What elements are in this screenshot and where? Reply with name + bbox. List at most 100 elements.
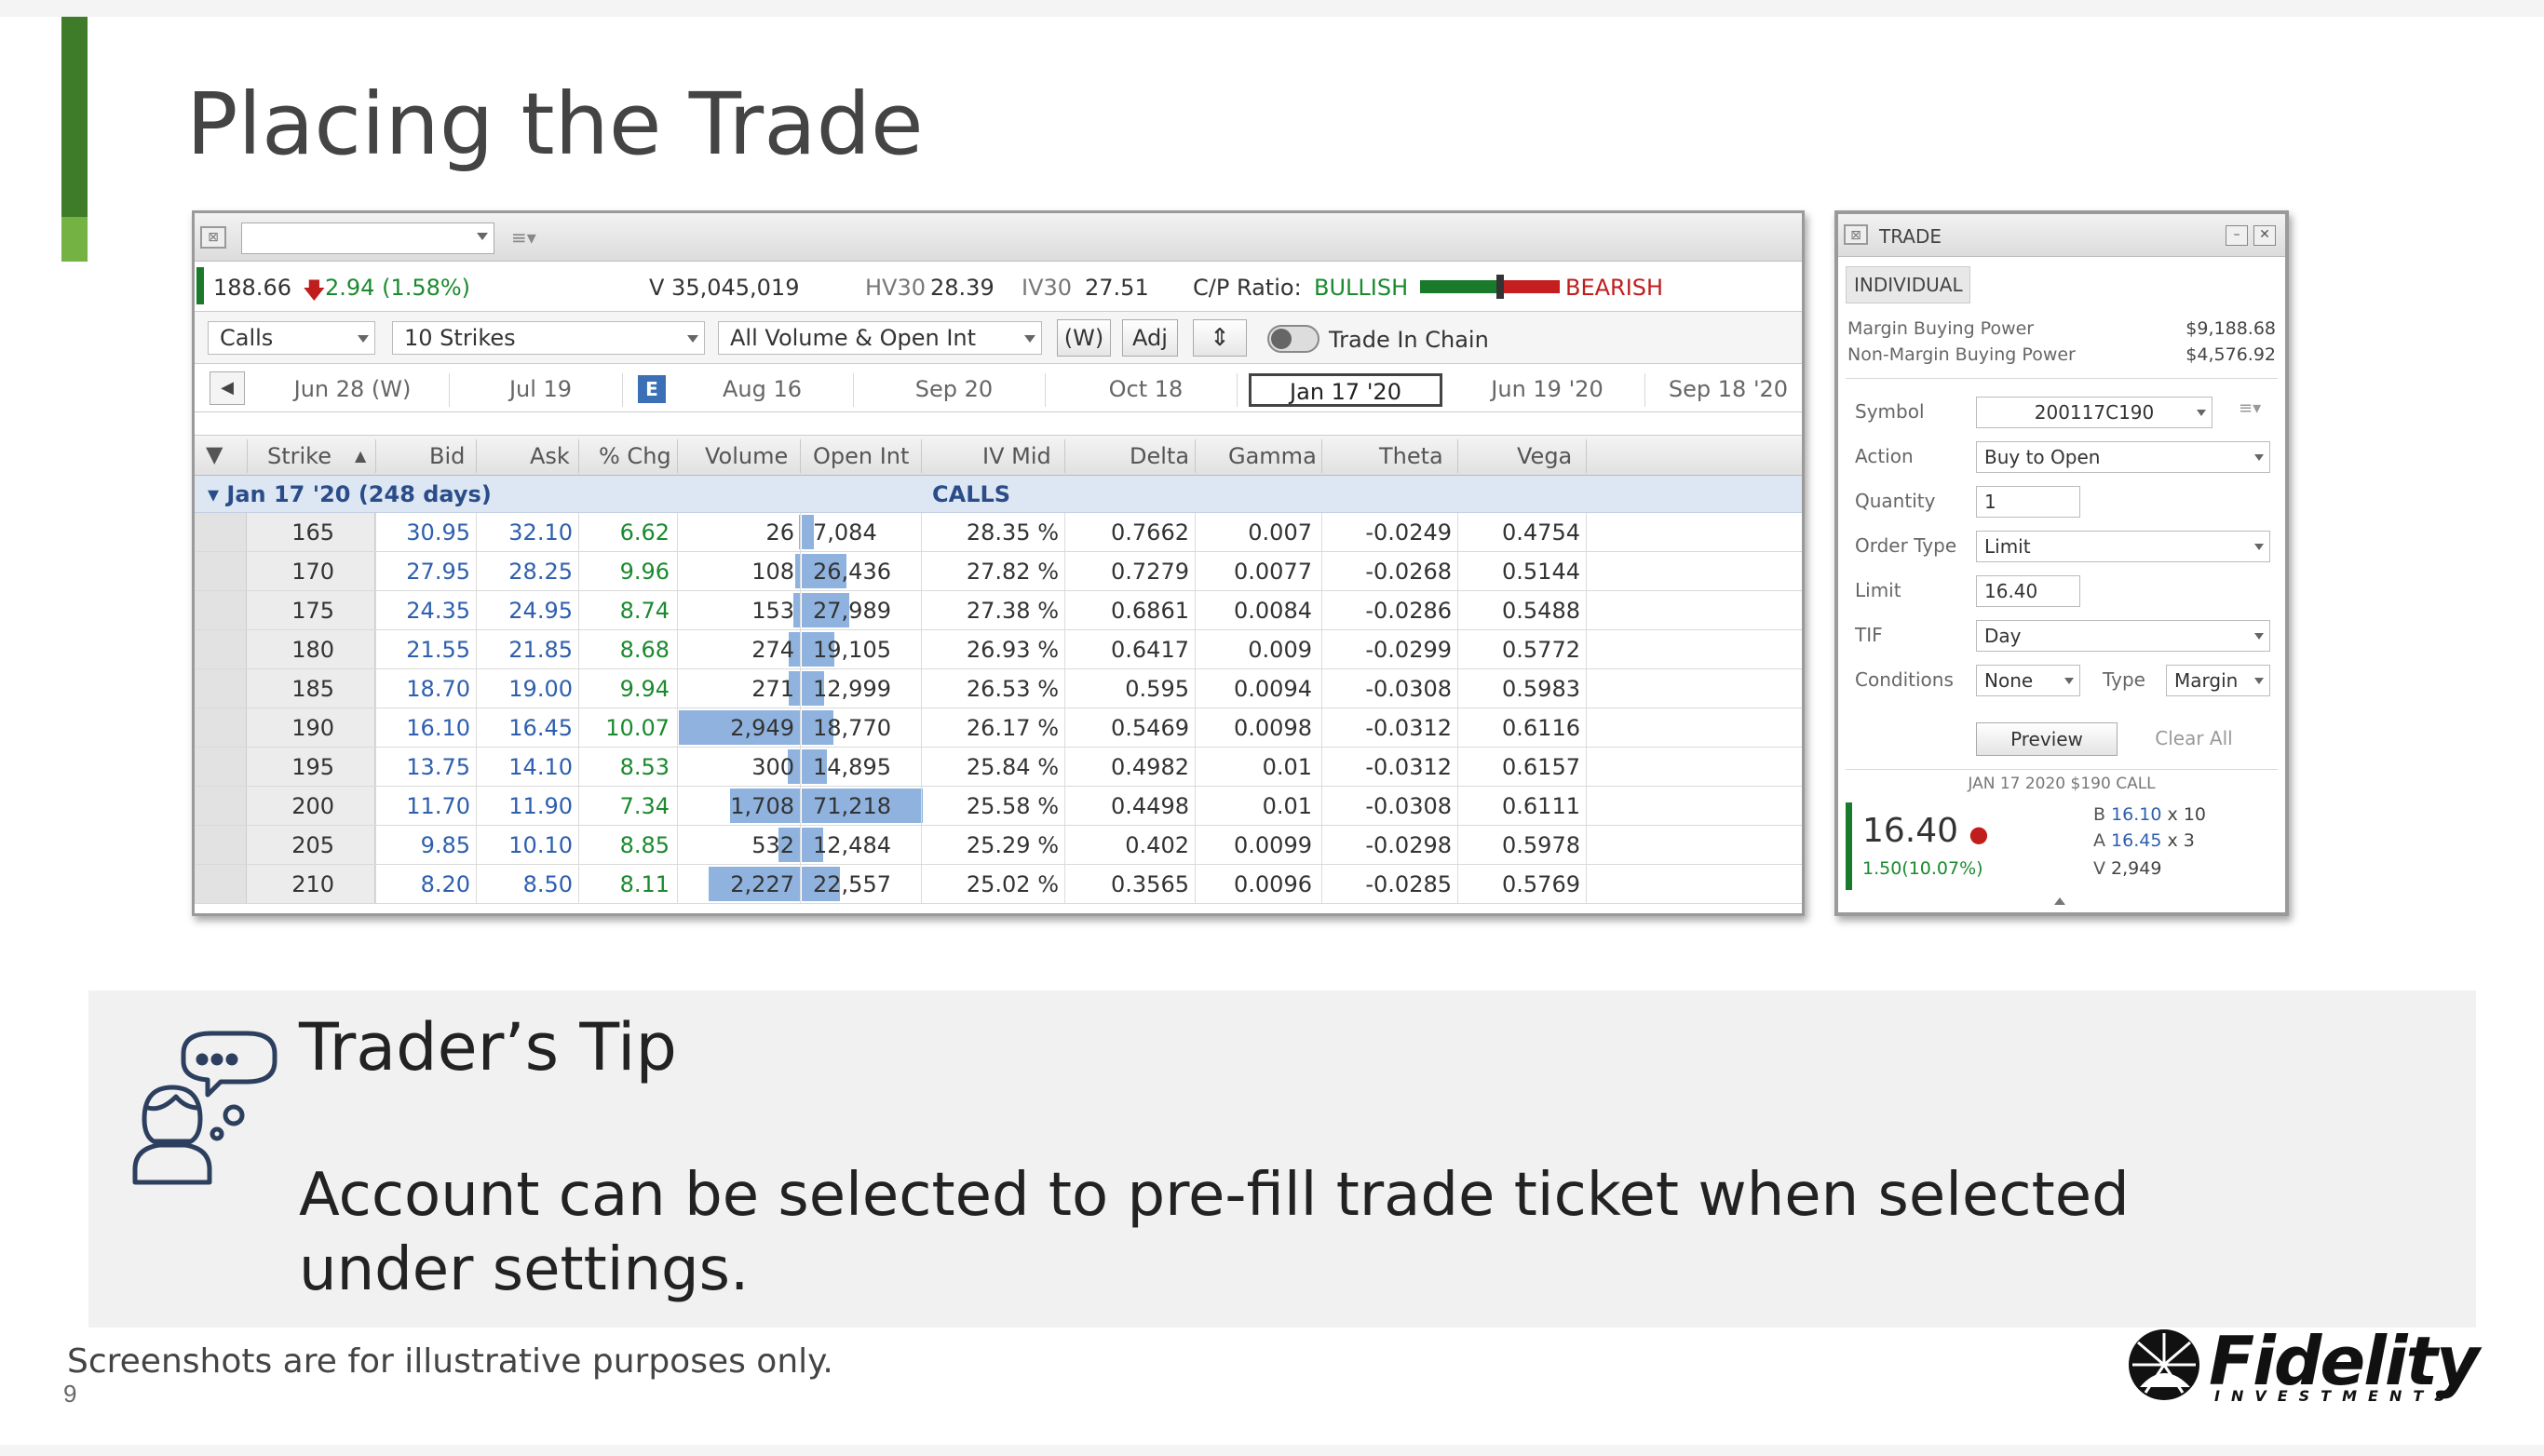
column-separator (800, 439, 801, 473)
quantity-input[interactable]: 1 (1976, 486, 2080, 518)
menu-icon[interactable]: ≡▾ (2239, 398, 2261, 418)
tif-select[interactable]: Day (1976, 620, 2270, 652)
pct-chg-cell: 8.11 (619, 871, 670, 897)
table-row[interactable]: 195 13.75 14.10 8.53 300 14,895 25.84 % 0.4982 0… (195, 748, 1802, 787)
ask-cell[interactable]: 11.90 (508, 793, 573, 819)
last-price: 188.66 (213, 275, 291, 301)
expiration-tab[interactable]: Oct 18 (1055, 373, 1238, 407)
clear-all-button[interactable]: Clear All (2138, 722, 2250, 756)
expiration-tab[interactable]: Sep 18 '20 (1649, 373, 1802, 407)
menu-icon[interactable]: ≡▾ (511, 226, 536, 249)
vega-cell: 0.5488 (1502, 598, 1580, 624)
column-separator (1457, 439, 1458, 473)
col-delta[interactable]: Delta (1130, 443, 1189, 469)
table-row[interactable]: 210 8.20 8.50 8.11 2,227 22,557 25.02 % 0.3565 0… (195, 865, 1802, 904)
table-row[interactable]: 165 30.95 32.10 6.62 26 7,084 28.35 % 0.7662 0.0… (195, 513, 1802, 552)
action-select[interactable]: Buy to Open (1976, 441, 2270, 473)
expiration-tab[interactable]: Jun 19 '20 (1450, 373, 1645, 407)
symbol-field[interactable]: 200117C190 (1976, 397, 2212, 428)
col-gamma[interactable]: Gamma (1228, 443, 1317, 469)
limit-price-input[interactable]: 16.40 (1976, 575, 2080, 607)
conditions-select[interactable]: None (1976, 665, 2080, 696)
ask-cell[interactable]: 10.10 (508, 832, 573, 858)
ask-cell[interactable]: 32.10 (508, 519, 573, 546)
bid-label: B (2093, 804, 2106, 825)
minimize-icon[interactable]: – (2226, 225, 2248, 246)
col-ask[interactable]: Ask (530, 443, 570, 469)
col-iv-mid[interactable]: IV Mid (982, 443, 1051, 469)
column-separator (800, 669, 801, 708)
bid-cell[interactable]: 21.55 (406, 637, 470, 663)
col-vega[interactable]: Vega (1517, 443, 1572, 469)
margin-bp-value: $9,188.68 (2185, 318, 2276, 339)
ask-cell[interactable]: 16.45 (508, 715, 573, 741)
delta-cell: 0.5469 (1111, 715, 1189, 741)
bid-value[interactable]: 16.10 (2111, 804, 2161, 825)
col-strike[interactable]: Strike (267, 443, 332, 469)
account-tab[interactable]: INDIVIDUAL (1846, 266, 1970, 303)
table-row[interactable]: 175 24.35 24.95 8.74 153 27,989 27.38 % 0.6861 0… (195, 591, 1802, 630)
weekly-button[interactable]: (W) (1057, 319, 1111, 357)
preview-button[interactable]: Preview (1976, 722, 2118, 756)
collapse-all-icon[interactable]: ▼ (206, 441, 223, 467)
bid-cell[interactable]: 13.75 (406, 754, 470, 780)
table-row[interactable]: 185 18.70 19.00 9.94 271 12,999 26.53 % 0.595 0.… (195, 669, 1802, 708)
margin-buying-power-row: Margin Buying Power $9,188.68 (1847, 318, 2276, 339)
gamma-cell: 0.01 (1262, 793, 1312, 819)
conditions-label: Conditions (1855, 668, 1954, 691)
ask-cell[interactable]: 21.85 (508, 637, 573, 663)
fidelity-logo: Fidelity INVESTMENTS (2125, 1322, 2488, 1406)
ask-cell[interactable]: 24.95 (508, 598, 573, 624)
table-row[interactable]: 190 16.10 16.45 10.07 2,949 18,770 26.17 % 0.54… (195, 708, 1802, 748)
lock-columns-icon[interactable]: ⇕ (1193, 319, 1247, 357)
delta-cell: 0.4498 (1111, 793, 1189, 819)
ask-value[interactable]: 16.45 (2111, 830, 2161, 851)
expiration-tab[interactable]: Jul 19 (459, 373, 623, 407)
expiration-tab[interactable]: Aug 16 (671, 373, 854, 407)
type-select[interactable]: Margin (2166, 665, 2270, 696)
col-open-int[interactable]: Open Int (813, 443, 909, 469)
close-icon[interactable]: ✕ (2253, 225, 2276, 246)
scroll-left-icon[interactable]: ◀ (210, 371, 245, 405)
bid-cell[interactable]: 18.70 (406, 676, 470, 702)
expiration-tab[interactable]: Sep 20 (863, 373, 1046, 407)
column-separator (677, 708, 678, 747)
row-gutter (195, 826, 247, 864)
gamma-cell: 0.0096 (1234, 871, 1312, 897)
bid-cell[interactable]: 11.70 (406, 793, 470, 819)
symbol-input[interactable] (241, 222, 494, 254)
volume-filter-select[interactable]: All Volume & Open Int (718, 321, 1042, 355)
order-type-select[interactable]: Limit (1976, 531, 2270, 562)
table-row[interactable]: 200 11.70 11.90 7.34 1,708 71,218 25.58 % 0.449… (195, 787, 1802, 826)
bid-cell[interactable]: 30.95 (406, 519, 470, 546)
column-separator (1195, 748, 1196, 786)
bid-cell[interactable]: 24.35 (406, 598, 470, 624)
bid-cell[interactable]: 8.20 (421, 871, 470, 897)
price-change: 2.94 (1.58%) (325, 275, 471, 301)
trade-in-chain-toggle[interactable] (1267, 325, 1319, 353)
expand-caret-icon[interactable] (2054, 897, 2065, 905)
col-volume[interactable]: Volume (705, 443, 788, 469)
table-row[interactable]: 170 27.95 28.25 9.96 108 26,436 27.82 % 0.7279 0… (195, 552, 1802, 591)
pct-chg-cell: 6.62 (619, 519, 670, 546)
ask-cell[interactable]: 8.50 (523, 871, 573, 897)
ask-cell[interactable]: 19.00 (508, 676, 573, 702)
table-row[interactable]: 180 21.55 21.85 8.68 274 19,105 26.93 % 0.6417 0… (195, 630, 1802, 669)
adj-button[interactable]: Adj (1122, 319, 1178, 357)
strikes-select[interactable]: 10 Strikes (392, 321, 705, 355)
ask-cell[interactable]: 28.25 (508, 559, 573, 585)
bid-cell[interactable]: 27.95 (406, 559, 470, 585)
table-row[interactable]: 205 9.85 10.10 8.85 532 12,484 25.29 % 0.402 0.0… (195, 826, 1802, 865)
expiration-group-row[interactable]: ▾ Jan 17 '20 (248 days) CALLS (195, 476, 1802, 513)
col-pct-chg[interactable]: % Chg (599, 443, 671, 469)
col-theta[interactable]: Theta (1379, 443, 1443, 469)
col-bid[interactable]: Bid (429, 443, 465, 469)
expiration-tab-selected[interactable]: Jan 17 '20 (1249, 373, 1442, 407)
theta-cell: -0.0298 (1365, 832, 1452, 858)
bid-cell[interactable]: 9.85 (421, 832, 470, 858)
ask-cell[interactable]: 14.10 (508, 754, 573, 780)
expiration-tab[interactable]: Jun 28 (W) (256, 373, 450, 407)
delta-cell: 0.402 (1125, 832, 1189, 858)
bid-cell[interactable]: 16.10 (406, 715, 470, 741)
option-type-select[interactable]: Calls (208, 321, 375, 355)
